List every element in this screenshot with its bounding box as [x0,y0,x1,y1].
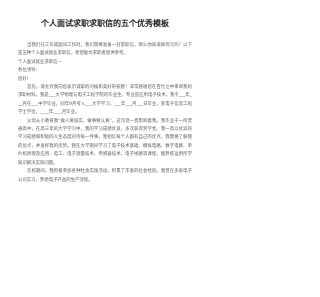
document-body: 当我们在工作或面试工作时，我们需要准备一封求职信，那么你知道如何写吗？以下是五种… [18,42,192,185]
body-paragraph: 各位领导： [18,68,40,74]
body-paragraph: 在校期间，我积极参加各种社会实践活动，积累了丰富的社会经验。我曾在多家电子公司实… [18,169,192,183]
body-paragraph: 首先，请允许我向您表示诚挚的问候和美好的祝愿！非常感谢您在百忙之中审阅我的求职材… [18,85,192,116]
body-paragraph: 您好！ [18,76,32,82]
body-paragraph: 个人面试就业求职信一 [18,59,62,65]
document-title: 个人面试求职求职信的五个优秀模板 [41,19,169,28]
document-page: 个人面试求职求职信的五个优秀模板 当我们在工作或面试工作时，我们需要准备一封求职… [0,0,210,297]
body-paragraph: 当我们在工作或面试工作时，我们需要准备一封求职信，那么你知道如何写吗？以下是五种… [18,43,192,57]
body-paragraph: 父母从小教育我“做人要诚实，做事要认真”，这句话一直影响着我。我毕业于一所普通高… [18,118,192,166]
